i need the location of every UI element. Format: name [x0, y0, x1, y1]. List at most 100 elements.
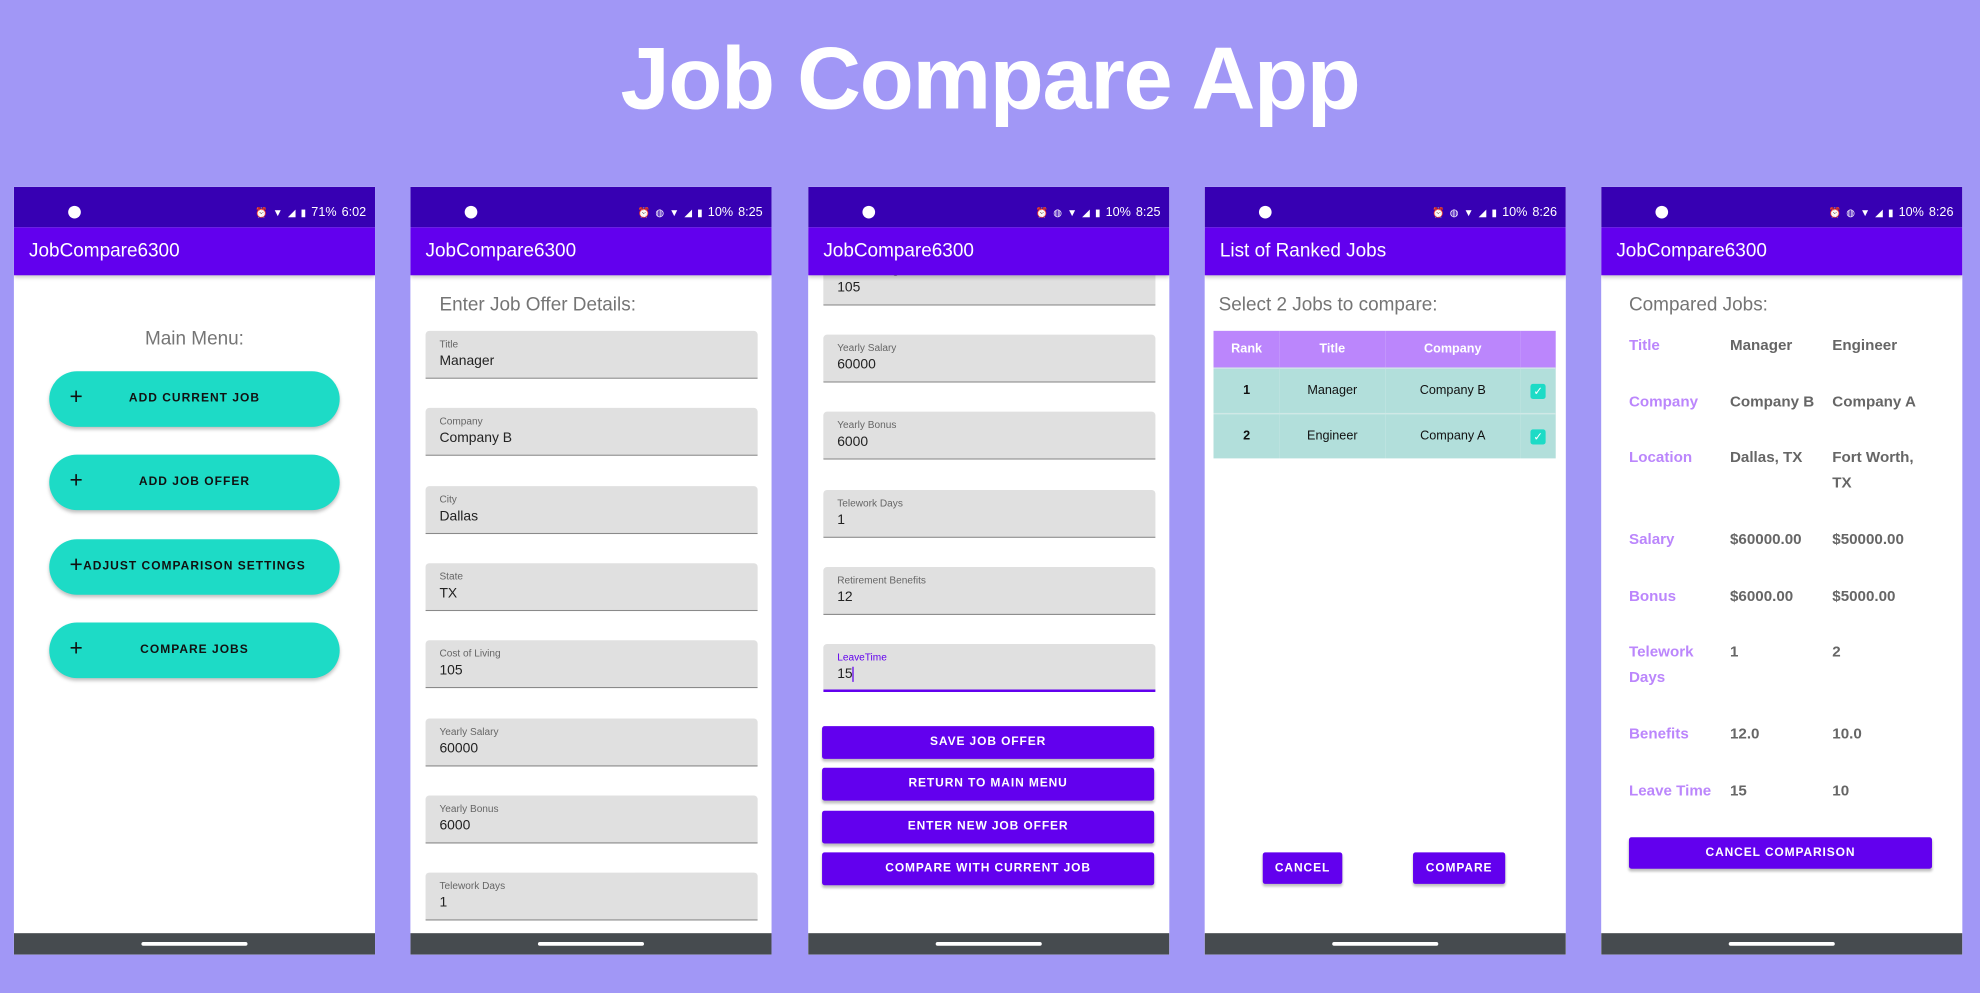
field-value[interactable]: 60000 — [837, 357, 876, 372]
menu-button-2[interactable]: + ADD JOB OFFER — [49, 454, 340, 511]
wifi-icon: ▼ — [272, 207, 283, 219]
menu-button-3[interactable]: + ADJUST COMPARISON SETTINGS — [49, 539, 340, 595]
spotify-icon — [68, 205, 81, 219]
phone-screen-5: ⏰ ◍ ▼ ◢ ▮ 10% 8:26 JobCompare6300 Compared Jobs:… — [1601, 186, 1963, 955]
job-b-value: Fort Worth, TX — [1832, 448, 1914, 492]
field-value[interactable]: 6000 — [439, 818, 470, 833]
checkbox[interactable]: ✓ — [1530, 428, 1546, 444]
field-label: Telework Days — [439, 880, 506, 892]
select-cell: ✓ — [1520, 412, 1556, 459]
alarm-icon: ⏰ — [637, 207, 651, 219]
company-cell: Company A — [1384, 412, 1521, 459]
text-field-cost-of-living[interactable]: Cost of Living 105 — [425, 640, 758, 689]
field-value[interactable]: TX — [439, 586, 457, 601]
field-value[interactable]: 1 — [439, 895, 447, 910]
action-button-4[interactable]: COMPARE WITH CURRENT JOB — [822, 852, 1155, 886]
table-header-row: Rank Title Company — [1213, 330, 1556, 369]
phone-screen-3: ⏰ ◍ ▼ ◢ ▮ 10% 8:25 JobCompare6300Cost of Living… — [808, 186, 1170, 955]
text-field-retirement-benefits[interactable]: Retirement Benefits 12 — [823, 566, 1156, 615]
text-field-title[interactable]: Title Manager — [425, 330, 758, 379]
checkbox[interactable]: ✓ — [1530, 383, 1546, 399]
field-value[interactable]: 105 — [439, 663, 462, 678]
field-value-text: 60000 — [837, 357, 876, 373]
status-icons: ⏰ ◍ ▼ ◢ ▮ 10% 8:26 — [1432, 206, 1557, 220]
action-button-2[interactable]: RETURN TO MAIN MENU — [822, 767, 1155, 801]
action-button-3[interactable]: ENTER NEW JOB OFFER — [822, 810, 1155, 844]
home-gesture-bar[interactable] — [1332, 942, 1439, 946]
page-title: Job Compare App — [620, 29, 1360, 128]
home-gesture-bar[interactable] — [935, 942, 1042, 946]
table-row[interactable]: 1 Manager Company B ✓ — [1213, 367, 1556, 414]
clock: 8:26 — [1532, 205, 1557, 220]
form-heading: Enter Job Offer Details: — [439, 294, 636, 316]
signal-icon: ◢ — [1478, 207, 1487, 219]
battery-icon: ▮ — [697, 207, 703, 219]
navigation-bar — [1601, 933, 1963, 955]
app-title: JobCompare6300 — [13, 227, 376, 276]
field-value[interactable]: 15 — [837, 667, 854, 683]
status-icons: ⏰ ◍ ▼ ◢ ▮ 10% 8:26 — [1829, 206, 1954, 220]
home-gesture-bar[interactable] — [537, 942, 645, 946]
field-value-text: Manager — [439, 353, 495, 369]
table-row[interactable]: 2 Engineer Company A ✓ — [1213, 412, 1556, 459]
comparison-label: Title — [1628, 335, 1660, 354]
field-value[interactable]: 60000 — [439, 741, 478, 756]
select-cell: ✓ — [1520, 367, 1556, 414]
field-value[interactable]: 6000 — [837, 434, 868, 449]
text-field-yearly-bonus[interactable]: Yearly Bonus 6000 — [823, 411, 1156, 460]
alarm-icon: ⏰ — [1828, 207, 1842, 219]
sync-icon — [862, 205, 876, 219]
action-button-1[interactable]: SAVE JOB OFFER — [822, 726, 1155, 759]
field-value-text: 1 — [439, 895, 448, 911]
battery-percent: 10% — [1502, 205, 1528, 220]
screen-content: Compared Jobs: Title Manager Engineer Compan… — [1601, 275, 1962, 933]
field-value-text: 12 — [837, 589, 853, 605]
alarm-icon: ⏰ — [1035, 207, 1049, 219]
signal-icon: ◢ — [287, 207, 296, 219]
menu-button-1[interactable]: + ADD CURRENT JOB — [49, 371, 340, 427]
field-value[interactable]: 12 — [837, 590, 852, 605]
field-value[interactable]: Manager — [439, 354, 494, 369]
status-icons: ⏰ ▼ ◢ ▮ 71% 6:02 — [255, 206, 366, 220]
text-field-leavetime[interactable]: LeaveTime 15 — [823, 644, 1156, 692]
status-bar: ⏰ ◍ ▼ ◢ ▮ 10% 8:25 — [808, 186, 1170, 228]
app-title: JobCompare6300 — [1601, 227, 1963, 276]
text-field-cost-of-living[interactable]: Cost of Living 105 — [823, 275, 1156, 306]
field-value[interactable]: Dallas — [439, 509, 478, 524]
battery-icon: ▮ — [300, 207, 307, 219]
cancel-button[interactable]: CANCEL — [1262, 852, 1343, 884]
field-value[interactable]: 1 — [837, 513, 845, 528]
compare-button[interactable]: COMPARE — [1413, 852, 1506, 884]
field-label: Telework Days — [837, 497, 903, 509]
title-cell: Engineer — [1279, 412, 1385, 459]
wifi-icon: ▼ — [1860, 207, 1871, 219]
home-gesture-bar[interactable] — [1728, 942, 1835, 946]
field-value-text: 1 — [837, 512, 845, 528]
text-field-city[interactable]: City Dallas — [425, 486, 758, 535]
screen-content: Main Menu: + ADD CURRENT JOB + ADD JOB OFFER… — [14, 275, 375, 933]
text-field-telework-days[interactable]: Telework Days 1 — [823, 489, 1156, 538]
text-field-company[interactable]: Company Company B — [425, 407, 758, 456]
text-field-telework-days[interactable]: Telework Days 1 — [425, 872, 758, 921]
rank-cell: 2 — [1213, 412, 1280, 459]
field-value[interactable]: 105 — [837, 280, 860, 295]
field-value-text: 105 — [439, 662, 463, 679]
comparison-label: Leave Time — [1628, 781, 1712, 800]
column-header: Rank — [1213, 330, 1280, 369]
clock: 8:25 — [738, 205, 763, 220]
field-value[interactable]: Company B — [439, 431, 512, 446]
cancel-comparison-button[interactable]: CANCEL COMPARISON — [1628, 837, 1933, 869]
menu-button-4[interactable]: + COMPARE JOBS — [49, 622, 340, 679]
screen-content: Cost of Living105 Yearly Salary60000 Yearl… — [808, 275, 1169, 933]
sync-icon — [464, 205, 478, 219]
text-field-state[interactable]: State TX — [425, 563, 758, 612]
select-heading: Select 2 Jobs to compare: — [1218, 294, 1438, 316]
text-field-yearly-salary[interactable]: Yearly Salary 60000 — [425, 718, 758, 767]
job-a-value: Manager — [1729, 335, 1793, 354]
text-field-yearly-salary[interactable]: Yearly Salary 60000 — [823, 334, 1156, 383]
field-value-text: Dallas — [439, 508, 479, 525]
home-gesture-bar[interactable] — [141, 942, 248, 946]
text-field-yearly-bonus[interactable]: Yearly Bonus 6000 — [425, 795, 758, 844]
title-cell: Manager — [1279, 367, 1385, 414]
status-icons: ⏰ ◍ ▼ ◢ ▮ 10% 8:25 — [1036, 206, 1161, 220]
